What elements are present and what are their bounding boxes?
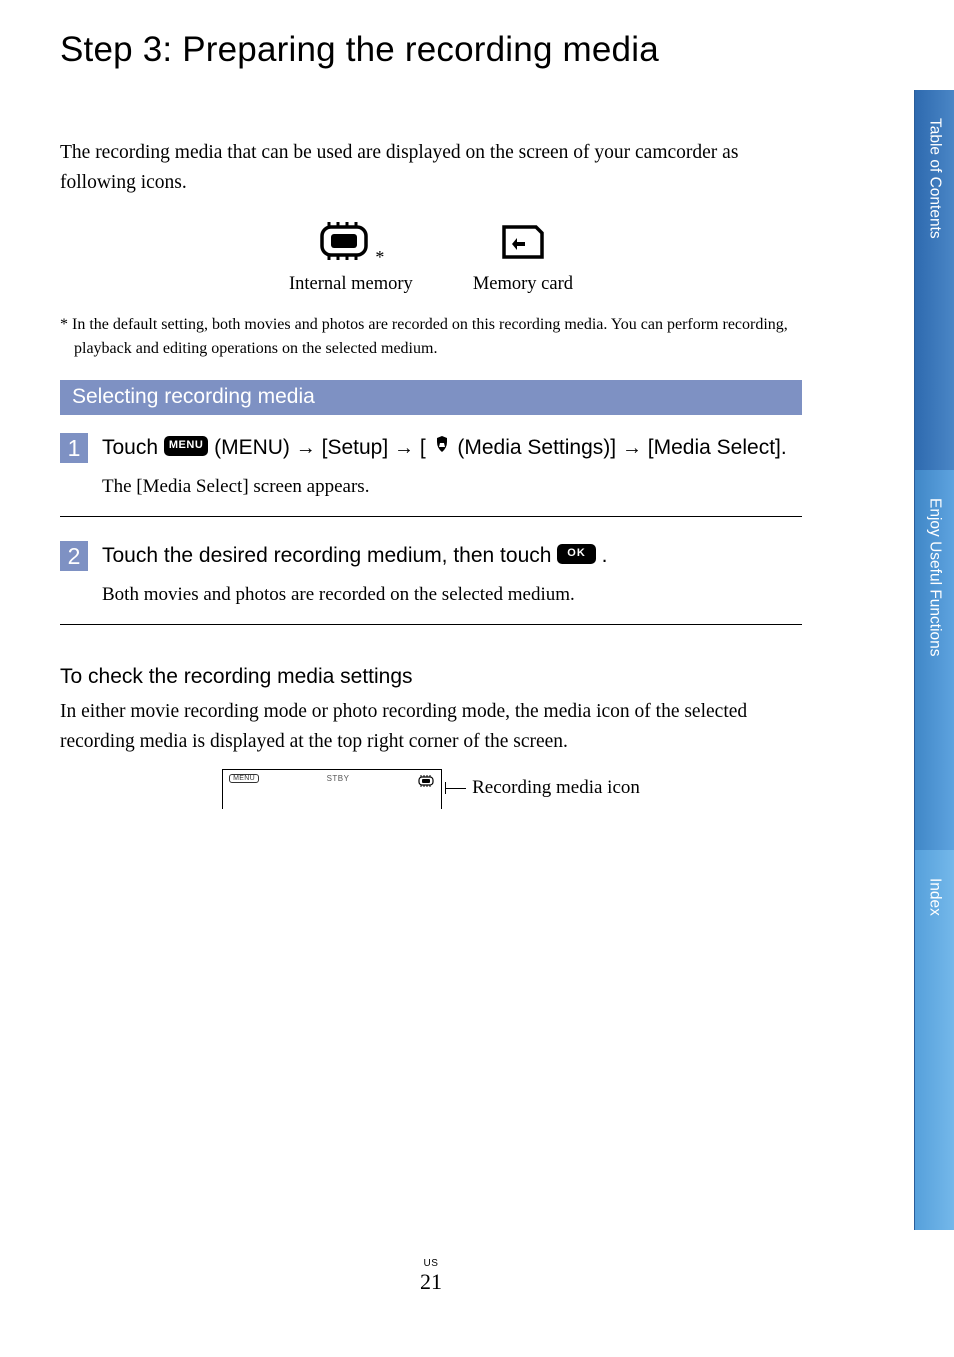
page-title: Step 3: Preparing the recording media	[60, 30, 802, 70]
side-tabs: Table of Contents Enjoy Useful Functions…	[914, 90, 954, 1230]
text: [	[420, 436, 426, 459]
media-icons-row: * Internal memory Memory card	[60, 220, 802, 295]
arrow-icon: →	[394, 437, 414, 459]
menu-badge-icon: MENU	[164, 436, 208, 456]
text: (MENU)	[214, 436, 296, 459]
asterisk: *	[375, 247, 384, 268]
tab-useful-functions[interactable]: Enjoy Useful Functions	[914, 470, 954, 850]
page-number: US 21	[0, 1258, 862, 1295]
step-2-instruction: Touch the desired recording medium, then…	[102, 541, 802, 571]
lcd-illustration: MENU STBY	[60, 769, 802, 809]
step-2: 2 Touch the desired recording medium, th…	[60, 541, 802, 625]
text: Touch	[102, 436, 164, 459]
media-settings-icon	[432, 432, 452, 462]
step-1: 1 Touch MENU (MENU) → [Setup] → [ (Media…	[60, 433, 802, 517]
step-1-sub: The [Media Select] screen appears.	[102, 473, 802, 502]
text: [Setup]	[322, 436, 394, 459]
step-2-sub: Both movies and photos are recorded on t…	[102, 581, 802, 610]
lcd-media-icon	[417, 774, 435, 788]
footnote: * In the default setting, both movies an…	[60, 313, 802, 359]
tab-index[interactable]: Index	[914, 850, 954, 1230]
text: (Media Settings)]	[457, 436, 622, 459]
lcd-menu-button: MENU	[229, 774, 259, 783]
callout-text: Recording media icon	[472, 777, 640, 799]
intro-paragraph: The recording media that can be used are…	[60, 138, 802, 198]
step-number: 1	[60, 433, 88, 463]
memory-card-label: Memory card	[473, 274, 573, 295]
tab-table-of-contents[interactable]: Table of Contents	[914, 90, 954, 470]
lcd-callout: Recording media icon	[446, 777, 640, 799]
memory-card-icon	[499, 222, 547, 267]
internal-memory-label: Internal memory	[289, 274, 413, 295]
page-region: US	[0, 1258, 862, 1269]
section-heading: Selecting recording media	[60, 380, 802, 415]
internal-memory-icon	[317, 220, 371, 267]
step-1-instruction: Touch MENU (MENU) → [Setup] → [ (Media S…	[102, 433, 802, 464]
text: .	[602, 544, 608, 567]
check-paragraph: In either movie recording mode or photo …	[60, 697, 802, 757]
arrow-icon: →	[296, 437, 316, 459]
page-num: 21	[420, 1269, 442, 1294]
subheading: To check the recording media settings	[60, 665, 802, 689]
step-number: 2	[60, 541, 88, 571]
text: [Media Select].	[648, 436, 787, 459]
lcd-screen: MENU STBY	[222, 769, 442, 809]
callout-line-icon	[446, 788, 466, 789]
text: Touch the desired recording medium, then…	[102, 544, 557, 567]
arrow-icon: →	[622, 437, 642, 459]
lcd-stby-label: STBY	[327, 774, 350, 783]
ok-badge-icon: OK	[557, 544, 596, 564]
